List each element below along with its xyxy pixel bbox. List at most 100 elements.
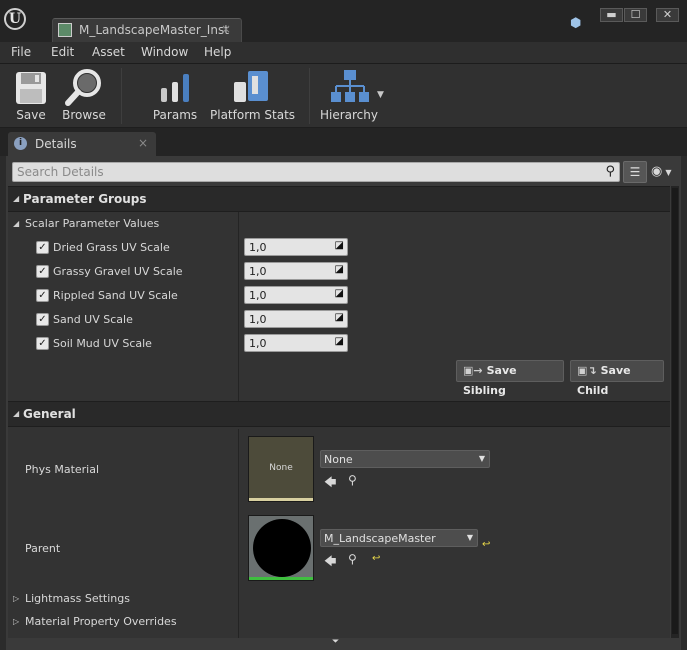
parameter-groups-header[interactable]: ◢ Parameter Groups bbox=[8, 186, 670, 212]
expand-arrow-icon: ▷ bbox=[13, 617, 20, 626]
material-property-overrides-row[interactable]: ▷ Material Property Overrides bbox=[8, 611, 670, 633]
platform-stats-button[interactable]: Platform Stats bbox=[210, 68, 295, 124]
title-bar: U M_LandscapeMaster_Inst × ⬢ ▬ ☐ ✕ bbox=[0, 0, 687, 42]
general-title: General bbox=[23, 407, 76, 421]
param-value-field[interactable]: 1,0 ◪ bbox=[244, 262, 348, 280]
asset-document-tab[interactable]: M_LandscapeMaster_Inst × bbox=[52, 18, 242, 42]
param-name: Dried Grass UV Scale bbox=[53, 241, 170, 254]
param-enable-checkbox[interactable]: ✓ bbox=[36, 337, 49, 350]
phys-material-value: None bbox=[324, 453, 353, 466]
scalar-parameter-values-group[interactable]: ◢ Scalar Parameter Values bbox=[8, 213, 670, 235]
param-row-soil-mud: ✓ Soil Mud UV Scale 1,0 ◪ bbox=[8, 332, 670, 356]
save-child-button[interactable]: ▣↴ Save Child bbox=[570, 360, 664, 397]
param-value-field[interactable]: 1,0 ◪ bbox=[244, 286, 348, 304]
menu-edit[interactable]: Edit bbox=[51, 45, 74, 59]
search-box[interactable]: ⚲ bbox=[12, 162, 620, 182]
param-enable-checkbox[interactable]: ✓ bbox=[36, 265, 49, 278]
param-enable-checkbox[interactable]: ✓ bbox=[36, 241, 49, 254]
param-value: 1,0 bbox=[249, 241, 267, 254]
close-tab-icon[interactable]: × bbox=[221, 22, 231, 36]
maximize-button[interactable]: ☐ bbox=[624, 8, 647, 22]
drag-handle-icon[interactable]: ◪ bbox=[335, 288, 344, 299]
scalar-parameter-values-label: Scalar Parameter Values bbox=[25, 217, 160, 230]
params-button[interactable]: Params bbox=[150, 68, 200, 124]
collapse-arrow-icon: ◢ bbox=[13, 219, 20, 228]
scroll-more-arrow-icon[interactable]: ⏷ bbox=[332, 637, 339, 647]
params-icon bbox=[161, 74, 189, 102]
parent-combo[interactable]: M_LandscapeMaster ▼ bbox=[320, 529, 478, 547]
param-name: Rippled Sand UV Scale bbox=[53, 289, 178, 302]
reset-to-default-icon[interactable]: ↩ bbox=[482, 539, 490, 550]
menu-window[interactable]: Window bbox=[141, 45, 188, 59]
save-sibling-icon: ▣→ bbox=[463, 364, 483, 377]
list-view-icon: ☰ bbox=[629, 165, 641, 179]
info-icon: i bbox=[14, 137, 27, 150]
collapse-arrow-icon: ◢ bbox=[13, 194, 20, 203]
param-name: Soil Mud UV Scale bbox=[53, 337, 152, 350]
param-value-field[interactable]: 1,0 ◪ bbox=[244, 238, 348, 256]
browse-search-icon[interactable]: ⚲ bbox=[348, 552, 357, 566]
save-sibling-button[interactable]: ▣→ Save Sibling bbox=[456, 360, 564, 397]
parent-label: Parent bbox=[25, 542, 61, 555]
eye-icon: ◉ bbox=[651, 164, 663, 179]
browse-search-icon[interactable]: ⚲ bbox=[348, 473, 357, 487]
toolbar-separator bbox=[309, 68, 310, 124]
save-button[interactable]: Save bbox=[8, 68, 54, 124]
toolbar-separator bbox=[121, 68, 122, 124]
phys-material-label: Phys Material bbox=[25, 463, 100, 476]
drag-handle-icon[interactable]: ◪ bbox=[335, 264, 344, 275]
material-property-overrides-label: Material Property Overrides bbox=[25, 615, 177, 628]
scrollbar-thumb[interactable] bbox=[672, 188, 678, 634]
reset-to-default-icon[interactable]: ↩ bbox=[372, 553, 380, 564]
param-row-dried-grass: ✓ Dried Grass UV Scale 1,0 ◪ bbox=[8, 236, 670, 260]
hierarchy-icon bbox=[331, 70, 369, 102]
collapse-arrow-icon: ◢ bbox=[13, 409, 20, 418]
lightmass-settings-row[interactable]: ▷ Lightmass Settings bbox=[8, 588, 670, 610]
param-value: 1,0 bbox=[249, 289, 267, 302]
drag-handle-icon[interactable]: ◪ bbox=[335, 240, 344, 251]
menu-bar: File Edit Asset Window Help bbox=[0, 42, 687, 64]
search-icon[interactable]: ⚲ bbox=[605, 164, 615, 179]
close-details-tab-icon[interactable]: × bbox=[138, 136, 148, 150]
chevron-down-icon: ▼ bbox=[478, 454, 485, 463]
magnifier-icon bbox=[65, 69, 101, 106]
vertical-scrollbar[interactable] bbox=[671, 186, 679, 638]
drag-handle-icon[interactable]: ◪ bbox=[335, 336, 344, 347]
save-label: Save bbox=[16, 108, 46, 122]
menu-asset[interactable]: Asset bbox=[92, 45, 125, 59]
phys-material-combo[interactable]: None ▼ bbox=[320, 450, 490, 468]
minimize-button[interactable]: ▬ bbox=[600, 8, 623, 22]
drag-handle-icon[interactable]: ◪ bbox=[335, 312, 344, 323]
parent-thumbnail[interactable] bbox=[248, 515, 314, 581]
menu-help[interactable]: Help bbox=[204, 45, 231, 59]
chevron-down-icon: ▼ bbox=[665, 168, 672, 177]
use-selected-arrow-icon[interactable]: 🡄 bbox=[324, 473, 336, 494]
browse-label: Browse bbox=[62, 108, 106, 122]
use-selected-arrow-icon[interactable]: 🡄 bbox=[324, 552, 336, 573]
save-child-icon: ▣↴ bbox=[577, 364, 597, 377]
parameter-groups-title: Parameter Groups bbox=[23, 192, 147, 206]
param-value: 1,0 bbox=[249, 313, 267, 326]
close-window-button[interactable]: ✕ bbox=[656, 8, 679, 22]
phys-material-thumb-text: None bbox=[269, 463, 293, 473]
details-content: ◢ Parameter Groups ◢ Scalar Parameter Va… bbox=[8, 186, 670, 638]
param-enable-checkbox[interactable]: ✓ bbox=[36, 313, 49, 326]
details-tab[interactable]: i Details × bbox=[8, 132, 156, 156]
menu-file[interactable]: File bbox=[11, 45, 31, 59]
hierarchy-button[interactable]: Hierarchy bbox=[318, 68, 380, 124]
phys-material-thumbnail[interactable]: None bbox=[248, 436, 314, 502]
material-sphere-preview bbox=[253, 519, 311, 577]
details-tab-label: Details bbox=[35, 137, 77, 151]
browse-button[interactable]: Browse bbox=[58, 68, 110, 124]
param-value-field[interactable]: 1,0 ◪ bbox=[244, 334, 348, 352]
view-options-button[interactable]: ☰ bbox=[623, 161, 647, 183]
param-enable-checkbox[interactable]: ✓ bbox=[36, 289, 49, 302]
graduation-cap-icon[interactable]: ⬢ bbox=[570, 16, 586, 31]
param-value-field[interactable]: 1,0 ◪ bbox=[244, 310, 348, 328]
search-input[interactable] bbox=[17, 163, 587, 181]
visibility-filter-button[interactable]: ◉ ▼ bbox=[651, 162, 681, 182]
hierarchy-dropdown-arrow-icon[interactable]: ▼ bbox=[377, 90, 384, 100]
details-panel: ⚲ ☰ ◉▼ ◢ Parameter Groups ◢ Scalar Param… bbox=[6, 156, 681, 650]
general-header[interactable]: ◢ General bbox=[8, 401, 670, 427]
expand-arrow-icon: ▷ bbox=[13, 594, 20, 603]
